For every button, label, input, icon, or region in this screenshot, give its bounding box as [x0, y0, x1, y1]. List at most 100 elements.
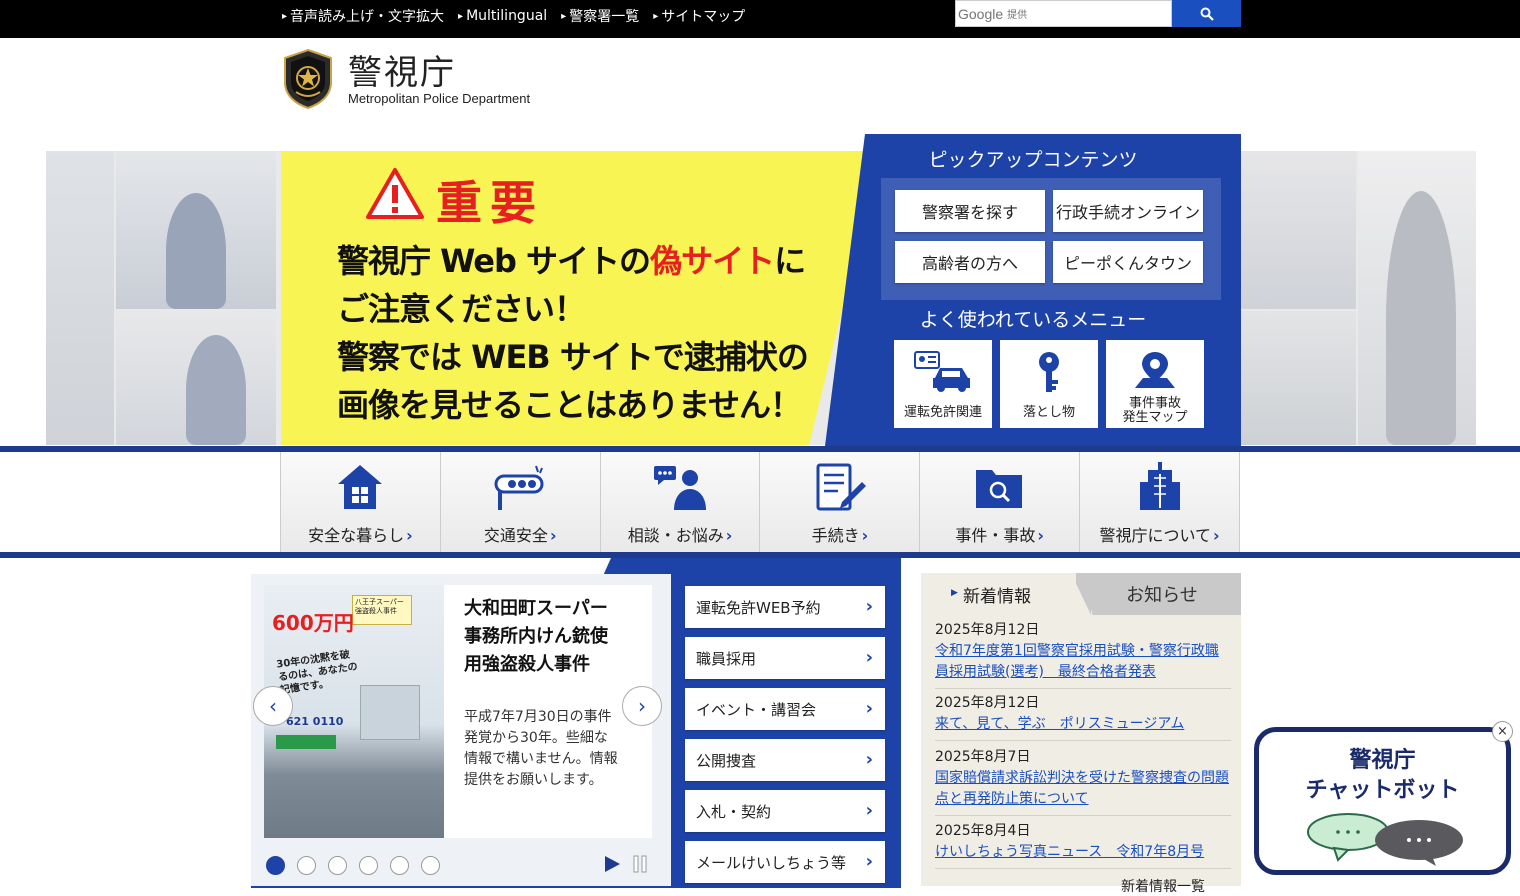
quick-link-recruitment[interactable]: 職員採用 ›: [685, 637, 885, 679]
quick-link-license-booking[interactable]: 運転免許WEB予約 ›: [685, 586, 885, 628]
drivers-license-menu[interactable]: 運転免許関連: [894, 340, 992, 428]
category-about-mpd[interactable]: 警視庁について ›: [1080, 452, 1240, 552]
news-link[interactable]: 国家賠償請求訴訟判決を受けた警察捜査の問題点と再発防止策について: [935, 770, 1229, 807]
category-consultation[interactable]: 相談・お悩み ›: [600, 452, 761, 552]
chevron-right-icon: ›: [865, 851, 873, 872]
poster-reward: 600万円: [272, 611, 354, 635]
quick-link-bidding[interactable]: 入札・契約 ›: [685, 790, 885, 832]
news-more-link[interactable]: 新着情報一覧: [1121, 876, 1205, 896]
category-incidents[interactable]: 事件・事故 ›: [920, 452, 1081, 552]
incident-map-label: 事件事故 発生マップ: [1122, 396, 1188, 425]
play-icon[interactable]: [603, 855, 621, 873]
pause-icon[interactable]: [633, 855, 647, 873]
slider-dot[interactable]: [297, 856, 316, 875]
news-panel: ▶ 新着情報 お知らせ 2025年8月12日 令和7年度第1回警察官採用試験・警察…: [921, 573, 1241, 895]
chevron-right-icon: ›: [865, 647, 873, 668]
chevron-right-icon: ›: [865, 749, 873, 770]
quick-link-public-investigation[interactable]: 公開捜査 ›: [685, 739, 885, 781]
key-icon: [1039, 352, 1059, 392]
news-tabs: ▶ 新着情報 お知らせ: [921, 573, 1241, 615]
frequent-menu-title: よく使われているメニュー: [919, 309, 1147, 331]
search-input[interactable]: Google 提供: [955, 0, 1172, 27]
chat-bubbles-icon: [1307, 813, 1463, 866]
news-link[interactable]: 来て、見て、学ぶ ポリスミュージアム: [935, 716, 1184, 732]
news-item: 2025年8月12日 来て、見て、学ぶ ポリスミュージアム: [935, 693, 1231, 741]
pickup-title: ピックアップコンテンツ: [928, 149, 1138, 171]
category-safe-living[interactable]: 安全な暮らし ›: [280, 452, 441, 552]
traffic-light-icon: [494, 465, 544, 510]
category-traffic-safety[interactable]: 交通安全 ›: [440, 452, 601, 552]
category-procedures[interactable]: 手続き ›: [760, 452, 921, 552]
elderly-button[interactable]: 高齢者の方へ: [895, 241, 1045, 283]
chatbot-widget[interactable]: 警視庁 チャットボット: [1254, 727, 1511, 875]
featured-slide[interactable]: 八王子スーパー強盗殺人事件 600万円 30年の沈黙を破るのは、あなたの記憶です…: [264, 585, 652, 838]
search-icon: [1200, 7, 1214, 21]
document-pen-icon: [816, 463, 866, 511]
incident-map-menu[interactable]: 事件事故 発生マップ: [1106, 340, 1204, 428]
house-icon: [338, 465, 383, 509]
news-date: 2025年8月12日: [935, 622, 1040, 638]
news-date: 2025年8月4日: [935, 823, 1031, 839]
slider-dot[interactable]: [359, 856, 378, 875]
map-pin-icon: [1135, 352, 1175, 388]
poster-phone: 621 0110: [286, 715, 344, 728]
car-license-icon: [914, 351, 970, 392]
pickup-panel: ピックアップコンテンツ 警察署を探す 行政手続オンライン 高齢者の方へ ピーポく…: [825, 134, 1241, 446]
slider-next-button[interactable]: ›: [622, 686, 662, 726]
slider-prev-button[interactable]: ‹: [253, 686, 293, 726]
news-link[interactable]: けいしちょう写真ニュース 令和7年8月号: [935, 844, 1204, 860]
chatbot-close-button[interactable]: ×: [1492, 721, 1513, 742]
tab-whats-new[interactable]: ▶ 新着情報: [921, 573, 1076, 615]
topnav-sitemap-link[interactable]: ▸ サイトマップ: [653, 6, 745, 26]
chevron-right-icon: ›: [638, 694, 646, 718]
lost-property-label: 落とし物: [1022, 405, 1075, 420]
hero-photo-motorcycle: [1241, 151, 1356, 309]
triangle-right-icon: ▶: [951, 588, 958, 598]
consultation-icon: [654, 466, 707, 510]
tab-notices[interactable]: お知らせ: [1083, 573, 1241, 615]
site-logo[interactable]: 警視庁 Metropolitan Police Department: [282, 48, 530, 110]
slide-description: 平成7年7月30日の事件発覚から30年。些細な情報で構いません。情報提供をお願い…: [464, 709, 618, 788]
category-label: 事件・事故: [955, 526, 1036, 545]
online-procedures-button[interactable]: 行政手続オンライン: [1053, 190, 1203, 232]
quick-link-mail[interactable]: メールけいしちょう等 ›: [685, 841, 885, 883]
banner-heading: 重要: [436, 176, 544, 230]
drivers-license-label: 運転免許関連: [903, 405, 982, 420]
lower-panel-notch: [251, 558, 611, 574]
important-banner[interactable]: 重要 警視庁 Web サイトの偽サイトに ご注意ください！ 警察では WEB サ…: [281, 151, 881, 445]
building-icon: [1139, 462, 1180, 510]
find-police-station-button[interactable]: 警察署を探す: [895, 190, 1045, 232]
poster-green-band: [276, 735, 336, 749]
news-date: 2025年8月12日: [935, 695, 1040, 711]
category-nav: 安全な暮らし › 交通安全 › 相談・お悩み › 手続き › 事件・事故 › 警視庁につい…: [0, 446, 1520, 558]
news-item: 2025年8月4日 けいしちょう写真ニュース 令和7年8月号: [935, 821, 1231, 869]
slider-dot[interactable]: [390, 856, 409, 875]
slider-dot[interactable]: [266, 856, 285, 875]
peepo-town-button[interactable]: ピーポくんタウン: [1053, 241, 1203, 283]
chevron-left-icon: ‹: [269, 694, 277, 718]
search-provided-label: 提供: [1007, 10, 1028, 21]
site-title-en: Metropolitan Police Department: [348, 90, 531, 106]
category-label: 安全な暮らし: [308, 526, 405, 545]
search-button[interactable]: [1172, 0, 1241, 27]
slide-title: 大和田町スーパー事務所内けん銃使用強盗殺人事件: [464, 598, 608, 675]
news-link[interactable]: 令和7年度第1回警察官採用試験・警察行政職員採用試験(選考) 最終合格者発表: [935, 643, 1219, 680]
folder-search-icon: [975, 470, 1022, 508]
google-brand: Google: [958, 5, 1004, 22]
close-icon: ×: [1497, 724, 1508, 739]
poster-head-text: 八王子スーパー強盗殺人事件: [352, 595, 412, 625]
slider-dots: [266, 856, 440, 875]
top-bar: ▸ 音声読み上げ・文字拡大 ▸ Multilingual ▸ 警察署一覧 ▸ サイトマッ…: [0, 0, 1520, 38]
topnav-accessibility-link[interactable]: ▸ 音声読み上げ・文字拡大: [282, 6, 444, 26]
topnav-multilingual-link[interactable]: ▸ Multilingual: [458, 6, 547, 26]
quick-link-events[interactable]: イベント・講習会 ›: [685, 688, 885, 730]
site-search: Google 提供: [955, 0, 1241, 27]
category-label: 警視庁について: [1099, 526, 1212, 545]
slider-dot[interactable]: [421, 856, 440, 875]
poster-map: [360, 685, 420, 740]
news-date: 2025年8月7日: [935, 749, 1031, 765]
slider-dot[interactable]: [328, 856, 347, 875]
staff-figure: [1386, 191, 1456, 445]
lost-property-menu[interactable]: 落とし物: [1000, 340, 1098, 428]
topnav-stations-link[interactable]: ▸ 警察署一覧: [561, 6, 639, 26]
